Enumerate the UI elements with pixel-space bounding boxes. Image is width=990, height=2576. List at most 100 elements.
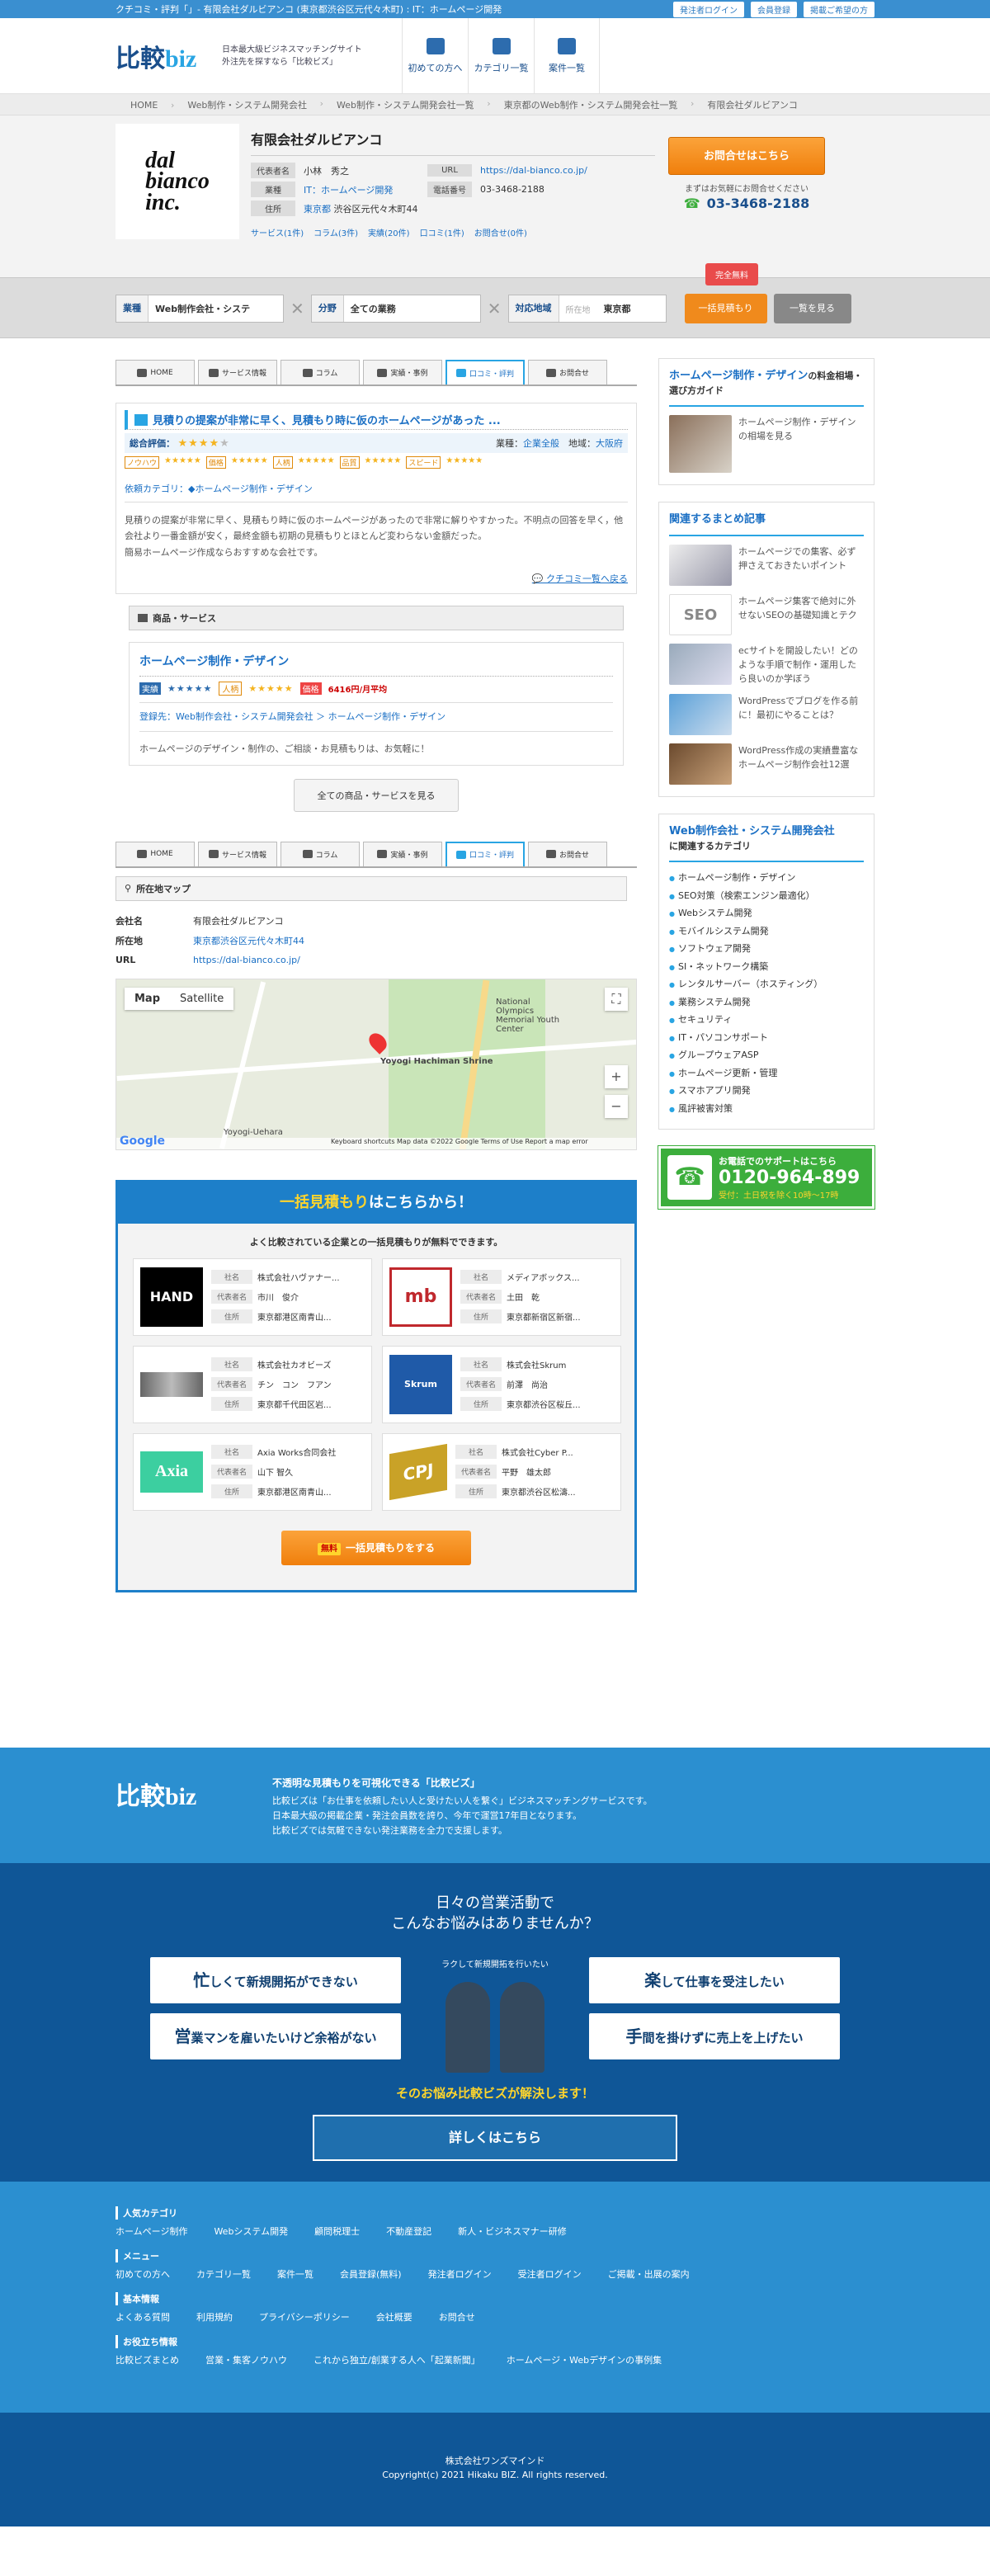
breadcrumb-home[interactable]: HOME xyxy=(116,100,175,111)
company-industry-link[interactable]: IT：ホームページ開発 xyxy=(304,183,427,196)
category-link[interactable]: グループウェアASP xyxy=(669,1046,864,1064)
service-title[interactable]: ホームページ制作・デザイン xyxy=(139,653,613,677)
company-service-link[interactable]: サービス(1件) xyxy=(251,226,304,238)
category-link[interactable]: SEO対策（検索エンジン最適化） xyxy=(669,887,864,905)
footer-link[interactable]: カテゴリ一覧 xyxy=(196,2267,251,2281)
tab-review[interactable]: 口コミ・評判 xyxy=(446,841,525,866)
google-map[interactable]: Map Satellite Yoyogi Hachiman Shrine Nat… xyxy=(116,978,637,1150)
category-link[interactable]: Webシステム開発 xyxy=(669,904,864,922)
map-type-satellite[interactable]: Satellite xyxy=(170,988,233,1010)
tab-works[interactable]: 実績・事例 xyxy=(363,841,442,866)
footer-link[interactable]: 不動産登記 xyxy=(386,2225,431,2238)
zoom-out-button[interactable]: − xyxy=(605,1094,628,1118)
region-select[interactable]: 対応地域 所在地 東京都 xyxy=(507,295,667,323)
industry-select[interactable]: 業種 Web制作会社・システ xyxy=(116,295,284,323)
company-column-link[interactable]: コラム(3件) xyxy=(314,226,358,238)
category-link[interactable]: 業務システム開発 xyxy=(669,993,864,1012)
service-registered-category[interactable]: 登録先：Web制作会社・システム開発会社 ＞ ホームページ制作・デザイン xyxy=(139,710,613,732)
footer-link[interactable]: プライバシーポリシー xyxy=(259,2310,350,2324)
tab-service[interactable]: サービス情報 xyxy=(198,360,277,385)
category-link[interactable]: ソフトウェア開発 xyxy=(669,940,864,958)
company-tel: 03-3468-2188 xyxy=(480,184,544,195)
company-card[interactable]: mb 社名 メディアボックス... 代表者名 土田 乾 住所 東京都新宿区新宿... xyxy=(382,1257,621,1336)
tab-column[interactable]: コラム xyxy=(280,360,360,385)
map-pin-icon[interactable] xyxy=(365,1029,390,1054)
company-card[interactable]: HAND 社名 株式会社ハヴァナー... 代表者名 市川 俊介 住所 東京都港区南青山… xyxy=(133,1257,372,1336)
tab-review[interactable]: 口コミ・評判 xyxy=(446,360,525,385)
footer-link[interactable]: 顧問税理士 xyxy=(314,2225,360,2238)
article-item[interactable]: WordPressでブログを作る前に！最初にやることは？ xyxy=(669,693,864,735)
category-link[interactable]: スマホアプリ開発 xyxy=(669,1082,864,1100)
tab-inquiry[interactable]: お問合せ xyxy=(528,841,607,866)
category-link[interactable]: SI・ネットワーク構築 xyxy=(669,958,864,976)
tab-column[interactable]: コラム xyxy=(280,841,360,866)
nav-category-list[interactable]: カテゴリ一覧 xyxy=(468,18,534,94)
inquiry-button[interactable]: お問合せはこちら xyxy=(668,137,825,175)
member-register-link[interactable]: 会員登録 xyxy=(751,1,797,17)
company-url-link[interactable]: https://dal-bianco.co.jp/ xyxy=(480,165,604,176)
footer-link[interactable]: 利用規約 xyxy=(196,2310,233,2324)
phone-support-banner[interactable]: ☎ お電話でのサポートはこちら 0120-964-899 受付：土日祝を除く10… xyxy=(658,1145,875,1210)
footer-link[interactable]: 新人・ビジネスマナー研修 xyxy=(458,2225,567,2238)
fullscreen-icon[interactable]: ⛶ xyxy=(605,987,628,1011)
article-item[interactable]: WordPress作成の実績豊富なホームページ制作会社12選 xyxy=(669,743,864,785)
company-card[interactable]: CPJ 社名 株式会社Cyber P... 代表者名 平野 雄太郎 住所 東京都渋谷区… xyxy=(382,1432,621,1511)
footer-link[interactable]: これから独立/創業する人へ「起業新聞」 xyxy=(314,2353,480,2366)
footer-link[interactable]: 比較ビズまとめ xyxy=(116,2353,179,2366)
footer-logo[interactable]: 比較biz xyxy=(116,1776,272,1812)
footer-link[interactable]: ご掲載・出展の案内 xyxy=(608,2267,690,2281)
bulk-estimate-submit-button[interactable]: 無料 一括見積もりをする xyxy=(281,1530,471,1565)
category-link[interactable]: ホームページ制作・デザイン xyxy=(669,869,864,887)
category-link[interactable]: 風評被害対策 xyxy=(669,1100,864,1118)
company-review-link[interactable]: 口コミ(1件) xyxy=(420,226,464,238)
company-inquiry-link[interactable]: お問合せ(0件) xyxy=(474,226,527,238)
footer-link[interactable]: 初めての方へ xyxy=(116,2267,170,2281)
price-guide-link[interactable]: ホームページ制作・デザインの相場を見る xyxy=(669,415,864,474)
category-link[interactable]: モバイルシステム開発 xyxy=(669,922,864,941)
zoom-in-button[interactable]: + xyxy=(605,1064,628,1088)
bulk-estimate-button[interactable]: 一括見積もり xyxy=(684,294,767,323)
tab-home[interactable]: HOME xyxy=(116,841,195,866)
tab-service[interactable]: サービス情報 xyxy=(198,841,277,866)
footer-link[interactable]: お問合せ xyxy=(439,2310,475,2324)
map-type-map[interactable]: Map xyxy=(125,988,170,1010)
category-link[interactable]: レンタルサーバー（ホスティング） xyxy=(669,975,864,993)
field-select[interactable]: 分野 全ての業務 xyxy=(310,295,481,323)
site-logo[interactable]: 比較biz xyxy=(116,40,210,73)
orderer-login-link[interactable]: 発注者ログイン xyxy=(673,1,744,17)
article-item[interactable]: ecサイトを開設したい！どのような手順で制作・運用したら良いのか学ぼう xyxy=(669,643,864,686)
article-item[interactable]: ホームページでの集客、必ず押さえておきたいポイント xyxy=(669,544,864,586)
footer-link[interactable]: 営業・集客ノウハウ xyxy=(205,2353,287,2366)
details-button[interactable]: 詳しくはこちら xyxy=(313,2115,677,2162)
category-link[interactable]: ホームページ更新・管理 xyxy=(669,1064,864,1083)
company-card[interactable]: Skrum 社名 株式会社Skrum 代表者名 前澤 尚治 住所 東京都渋谷区桜丘..… xyxy=(382,1345,621,1423)
footer-link[interactable]: よくある質問 xyxy=(116,2310,170,2324)
footer-link[interactable]: Webシステム開発 xyxy=(214,2225,288,2238)
breadcrumb-tokyo-list[interactable]: 東京都のWeb制作・システム開発会社一覧 xyxy=(489,98,694,111)
top-bar-text: クチコミ・評判「」- 有限会社ダルビアンコ (東京都渋谷区元代々木町) : IT… xyxy=(116,4,502,15)
nav-project-list[interactable]: 案件一覧 xyxy=(534,18,600,94)
listing-info-link[interactable]: 掲載ご希望の方 xyxy=(804,1,874,17)
breadcrumb-category[interactable]: Web制作・システム開発会社 xyxy=(172,98,323,111)
company-works-link[interactable]: 実績(20件) xyxy=(368,226,410,238)
company-card[interactable]: 社名 株式会社カオビーズ 代表者名 チン コン フアン 住所 東京都千代田区岩... xyxy=(133,1345,372,1423)
footer-link[interactable]: 案件一覧 xyxy=(277,2267,314,2281)
nav-first-time[interactable]: 初めての方へ xyxy=(402,18,468,94)
all-services-button[interactable]: 全ての商品・サービスを見る xyxy=(294,778,459,812)
tab-home[interactable]: HOME xyxy=(116,360,195,385)
footer-link[interactable]: ホームページ・Webデザインの事例集 xyxy=(507,2353,662,2366)
category-link[interactable]: IT・パソコンサポート xyxy=(669,1029,864,1047)
footer-link[interactable]: 発注者ログイン xyxy=(428,2267,492,2281)
tab-works[interactable]: 実績・事例 xyxy=(363,360,442,385)
footer-link[interactable]: 受注者ログイン xyxy=(518,2267,582,2281)
footer-link[interactable]: 会社概要 xyxy=(376,2310,412,2324)
footer-link[interactable]: 会員登録(無料) xyxy=(340,2267,402,2281)
back-to-reviews-link[interactable]: 💬 クチコミ一覧へ戻る xyxy=(125,572,628,585)
tab-inquiry[interactable]: お問合せ xyxy=(528,360,607,385)
breadcrumb-list[interactable]: Web制作・システム開発会社一覧 xyxy=(322,98,490,111)
category-link[interactable]: セキュリティ xyxy=(669,1011,864,1029)
article-item[interactable]: SEO ホームページ集客で絶対に外せないSEOの基礎知識とテク xyxy=(669,593,864,635)
footer-link[interactable]: ホームページ制作 xyxy=(116,2225,187,2238)
company-card[interactable]: Axia 社名 Axia Works合同会社 代表者名 山下 智久 住所 東京都港区南… xyxy=(133,1432,372,1511)
view-list-button[interactable]: 一覧を見る xyxy=(773,294,851,323)
